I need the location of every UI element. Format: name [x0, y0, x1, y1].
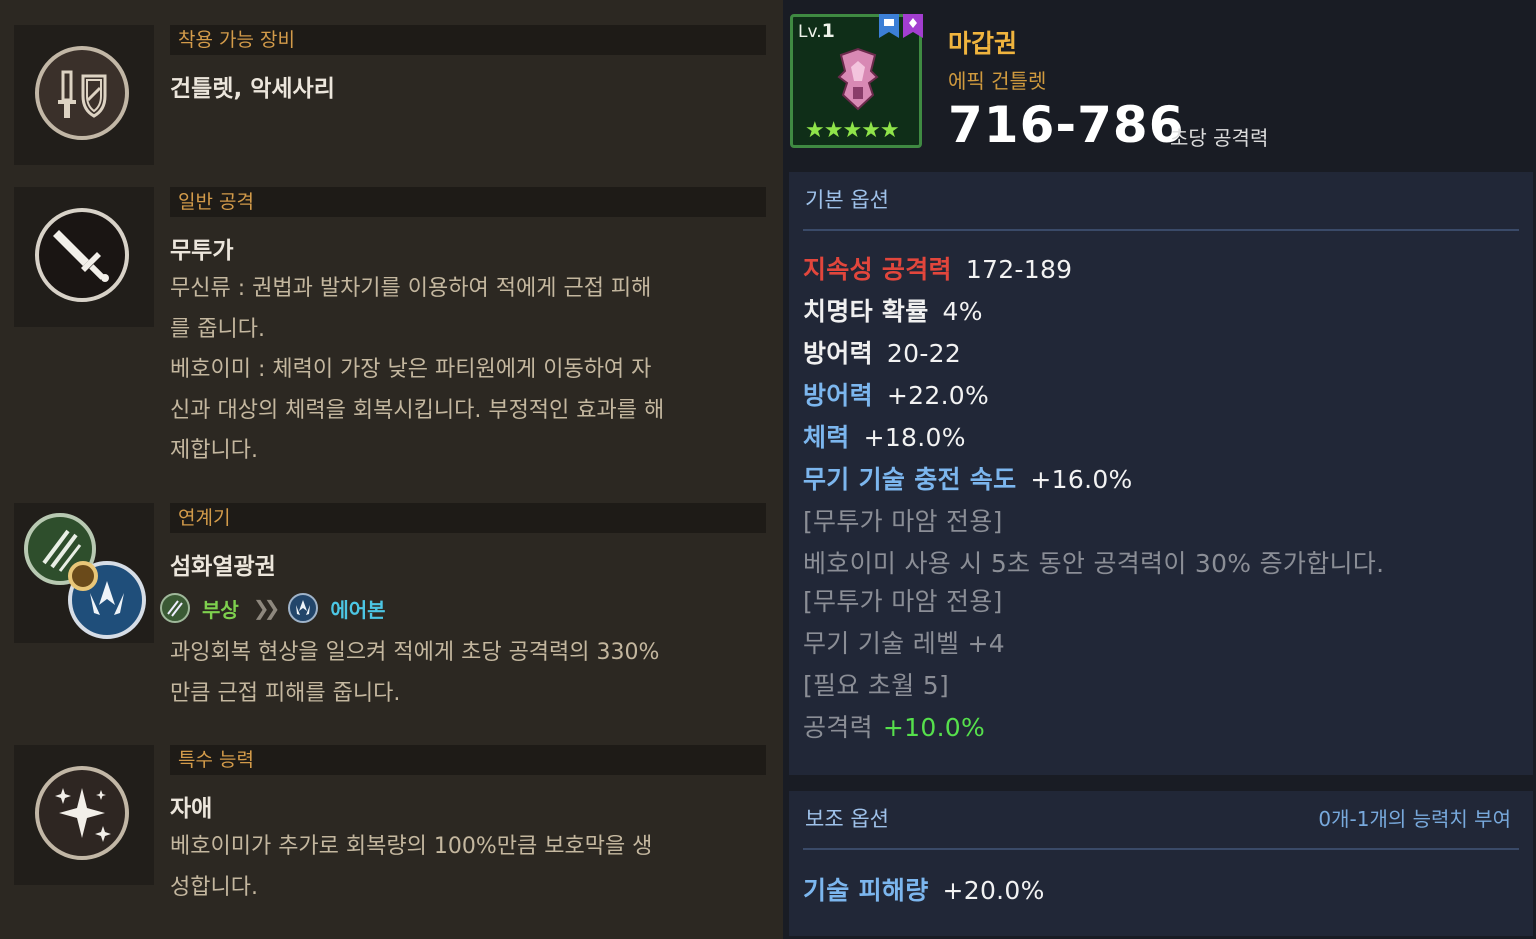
option-note: [무투가 마암 전용]: [803, 507, 1003, 536]
bookmark-purple-icon: [903, 14, 923, 38]
chain-skill-icon-box: [14, 503, 154, 643]
damage-unit-label: 초당 공격력: [1170, 126, 1269, 150]
option-note: 베호이미 사용 시 5초 동안 공격력이 30% 증가합니다.: [803, 549, 1385, 578]
basic-option: 체력 +18.0%: [803, 423, 966, 452]
combo-to-label: 에어본: [330, 597, 386, 622]
description-line: 성합니다.: [170, 874, 258, 900]
special-ability-name: 자애: [170, 796, 213, 822]
basic-options-box: 기본 옵션 지속성 공격력 172-189 치명타 확률 4% 방어력 20-22 방…: [789, 172, 1533, 775]
basic-options-header: 기본 옵션: [805, 188, 889, 212]
special-ability-description: 베호이미가 추가로 회복량의 100%만큼 보호막을 생 성합니다.: [170, 827, 750, 908]
equipment-section: 착용 가능 장비 건틀렛, 악세사리: [0, 25, 783, 166]
basic-option: 방어력 20-22: [803, 339, 962, 368]
special-ability-header: 특수 능력: [170, 745, 766, 775]
gauntlet-icon: [837, 47, 879, 111]
basic-attack-name: 무투가: [170, 238, 234, 264]
equipment-icon-box: [14, 25, 154, 165]
combo-condition: 부상 ❯❯ 에어본: [160, 591, 386, 625]
option-note: [무투가 마암 전용]: [803, 587, 1003, 616]
description-line: 무신류 : 권법과 발차기를 이용하여 적에게 근접 피해: [170, 276, 652, 301]
basic-option: 치명타 확률 4%: [803, 297, 983, 326]
description-line: 만큼 근접 피해를 줍니다.: [170, 680, 401, 706]
description-line: 베호이미 : 체력이 가장 낮은 파티원에게 이동하여 자: [170, 357, 652, 382]
chain-link-icon: [68, 561, 98, 591]
sparkle-icon: [35, 766, 129, 860]
sub-option: 기술 피해량 +20.0%: [803, 876, 1045, 905]
description-line: 신과 대상의 체력을 회복시킵니다. 부정적인 효과를 해: [170, 397, 665, 423]
basic-attack-icon-box: [14, 187, 154, 327]
item-name: 마갑권: [948, 29, 1018, 58]
description-line: 를 줍니다.: [170, 316, 265, 342]
airborne-status-icon: [288, 593, 319, 623]
double-chevron-icon: ❯❯: [252, 596, 280, 620]
sub-options-header: 보조 옵션: [805, 807, 889, 831]
divider: [803, 229, 1519, 231]
basic-option: 지속성 공격력 172-189: [803, 255, 1073, 284]
chain-skill-description: 과잉회복 현상을 일으켜 적에게 초당 공격력의 330% 만큼 근접 피해를 …: [170, 633, 750, 714]
description-line: 제합니다.: [170, 438, 258, 463]
sub-options-box: 보조 옵션 0개-1개의 능력치 부여 기술 피해량 +20.0%: [789, 791, 1533, 936]
sub-options-count: 0개-1개의 능력치 부여: [1318, 807, 1511, 831]
divider: [803, 848, 1519, 850]
equipment-header: 착용 가능 장비: [170, 25, 766, 55]
special-ability-icon-box: [14, 745, 154, 885]
chain-skill-section: 연계기 섬화열광권 부상 ❯❯ 에어본 과잉회복 현상을 일으켜 적에게 초당 …: [0, 503, 783, 723]
description-line: 과잉회복 현상을 일으켜 적에게 초당 공격력의 330%: [170, 640, 660, 665]
item-damage: 716-786: [948, 96, 1185, 154]
item-icon: Lv.1 ★★★★★: [790, 14, 923, 148]
chain-skill-name: 섬화열광권: [170, 554, 276, 580]
equipment-types: 건틀렛, 악세사리: [170, 76, 335, 102]
option-note: [필요 초월 5]: [803, 671, 950, 700]
basic-option: 방어력 +22.0%: [803, 381, 990, 410]
basic-attack-section: 일반 공격 무투가 무신류 : 권법과 발차기를 이용하여 적에게 근접 피해 …: [0, 187, 783, 487]
basic-attack-header: 일반 공격: [170, 187, 766, 217]
sword-icon: [35, 208, 129, 302]
option-note: 무기 기술 레벨 +4: [803, 629, 1005, 658]
sword-shield-icon: [35, 46, 129, 140]
basic-option: 무기 기술 충전 속도 +16.0%: [803, 465, 1133, 494]
special-ability-section: 특수 능력 자애 베호이미가 추가로 회복량의 100%만큼 보호막을 생 성합…: [0, 745, 783, 925]
option-note: 공격력 +10.0%: [803, 713, 986, 742]
star-rating: ★★★★★: [805, 118, 900, 143]
chain-skill-header: 연계기: [170, 503, 766, 533]
skill-panel: 착용 가능 장비 건틀렛, 악세사리 일반 공격 무투가 무신류 : 권법과 발…: [0, 0, 783, 939]
item-grade-type: 에픽 건틀렛: [948, 69, 1047, 93]
description-line: 베호이미가 추가로 회복량의 100%만큼 보호막을 생: [170, 834, 653, 859]
combo-from-label: 부상: [202, 597, 239, 622]
item-level: Lv.1: [798, 20, 835, 42]
basic-attack-description: 무신류 : 권법과 발차기를 이용하여 적에게 근접 피해 를 줍니다. 베호이…: [170, 269, 750, 472]
chain-skill-icon: [24, 513, 149, 639]
bookmark-blue-icon: [879, 14, 899, 38]
wound-status-icon: [160, 593, 190, 623]
